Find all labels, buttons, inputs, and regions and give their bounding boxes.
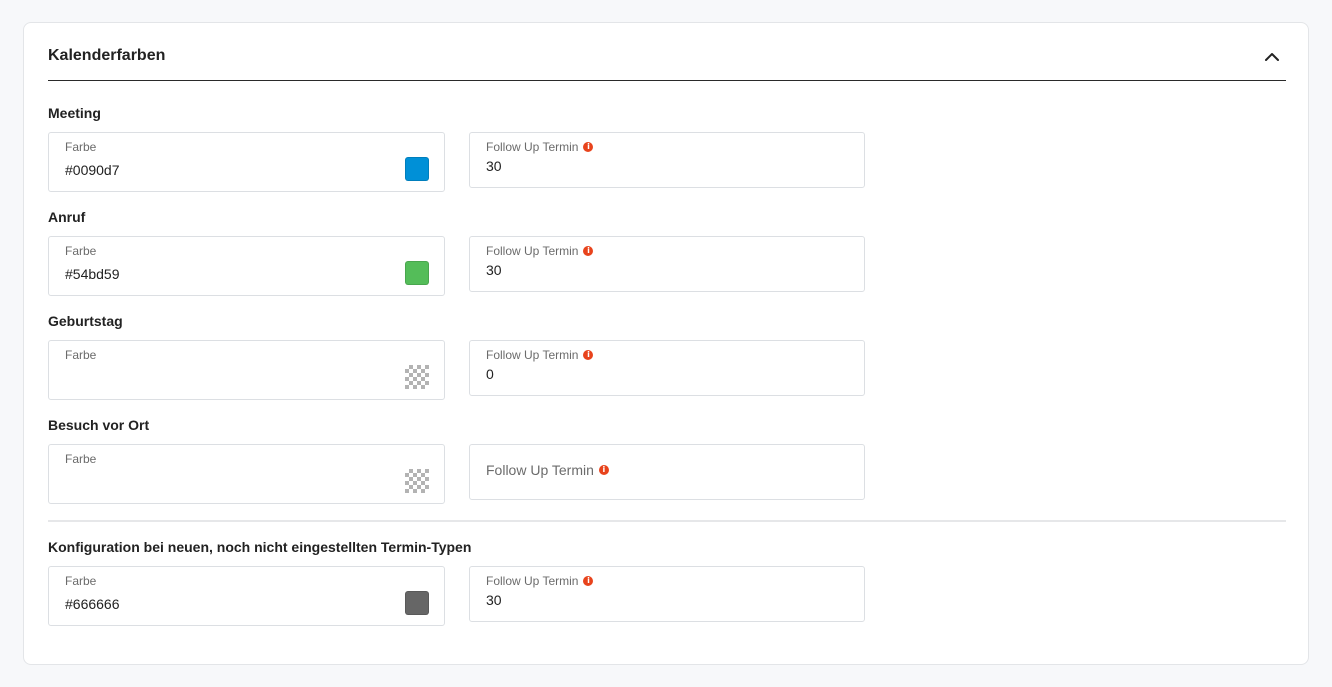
follow-up-label-wrap: Follow Up Termin i [486, 244, 594, 258]
follow-up-field-anruf[interactable]: Follow Up Termin i 30 [469, 236, 865, 292]
color-field-default-config[interactable]: Farbe #666666 [48, 566, 445, 626]
color-field-geburtstag[interactable]: Farbe [48, 340, 445, 400]
chevron-up-icon [1265, 53, 1279, 61]
color-field-label: Farbe [65, 574, 97, 588]
color-swatch[interactable] [405, 261, 429, 285]
section-label-meeting: Meeting [48, 105, 101, 121]
card-title: Kalenderfarben [48, 47, 166, 64]
section-divider [48, 520, 1286, 522]
info-icon[interactable]: i [583, 576, 594, 586]
color-field-label: Farbe [65, 452, 97, 466]
color-field-value: #666666 [65, 596, 120, 612]
color-swatch-empty[interactable] [405, 365, 429, 389]
color-field-anruf[interactable]: Farbe #54bd59 [48, 236, 445, 296]
follow-up-field-meeting[interactable]: Follow Up Termin i 30 [469, 132, 865, 188]
color-field-meeting[interactable]: Farbe #0090d7 [48, 132, 445, 192]
follow-up-label-wrap: Follow Up Termin i [486, 140, 594, 154]
color-field-label: Farbe [65, 244, 97, 258]
follow-up-label: Follow Up Termin [486, 244, 579, 258]
collapse-button[interactable] [1260, 45, 1284, 69]
color-field-label: Farbe [65, 140, 97, 154]
follow-up-value: 30 [486, 592, 502, 608]
color-field-value: #54bd59 [65, 266, 120, 282]
section-label-besuch-vor-ort: Besuch vor Ort [48, 417, 150, 433]
info-icon[interactable]: i [583, 142, 594, 152]
follow-up-value: 30 [486, 262, 502, 278]
card-header: Kalenderfarben [48, 41, 1286, 81]
info-icon[interactable]: i [598, 465, 609, 475]
follow-up-label: Follow Up Termin [486, 574, 579, 588]
info-icon[interactable]: i [583, 246, 594, 256]
calendar-colors-card: Kalenderfarben Meeting Farbe #0090d7 Fol… [23, 22, 1309, 665]
color-field-besuch-vor-ort[interactable]: Farbe [48, 444, 445, 504]
follow-up-label-wrap: Follow Up Termin i [486, 574, 594, 588]
follow-up-field-geburtstag[interactable]: Follow Up Termin i 0 [469, 340, 865, 396]
color-field-label: Farbe [65, 348, 97, 362]
follow-up-field-besuch-vor-ort[interactable]: Follow Up Termin i [469, 444, 865, 500]
color-swatch-empty[interactable] [405, 469, 429, 493]
info-icon[interactable]: i [583, 350, 594, 360]
follow-up-value: 30 [486, 158, 502, 174]
color-swatch[interactable] [405, 591, 429, 615]
section-label-default-config: Konfiguration bei neuen, noch nicht eing… [48, 539, 472, 555]
color-field-value: #0090d7 [65, 162, 120, 178]
color-swatch[interactable] [405, 157, 429, 181]
section-label-geburtstag: Geburtstag [48, 313, 123, 329]
section-label-anruf: Anruf [48, 209, 86, 225]
follow-up-label-wrap: Follow Up Termin i [486, 348, 594, 362]
follow-up-label: Follow Up Termin [486, 348, 579, 362]
follow-up-label-wrap: Follow Up Termin i [486, 462, 609, 478]
follow-up-field-default-config[interactable]: Follow Up Termin i 30 [469, 566, 865, 622]
follow-up-label: Follow Up Termin [486, 140, 579, 154]
follow-up-value: 0 [486, 366, 494, 382]
follow-up-label: Follow Up Termin [486, 462, 594, 478]
